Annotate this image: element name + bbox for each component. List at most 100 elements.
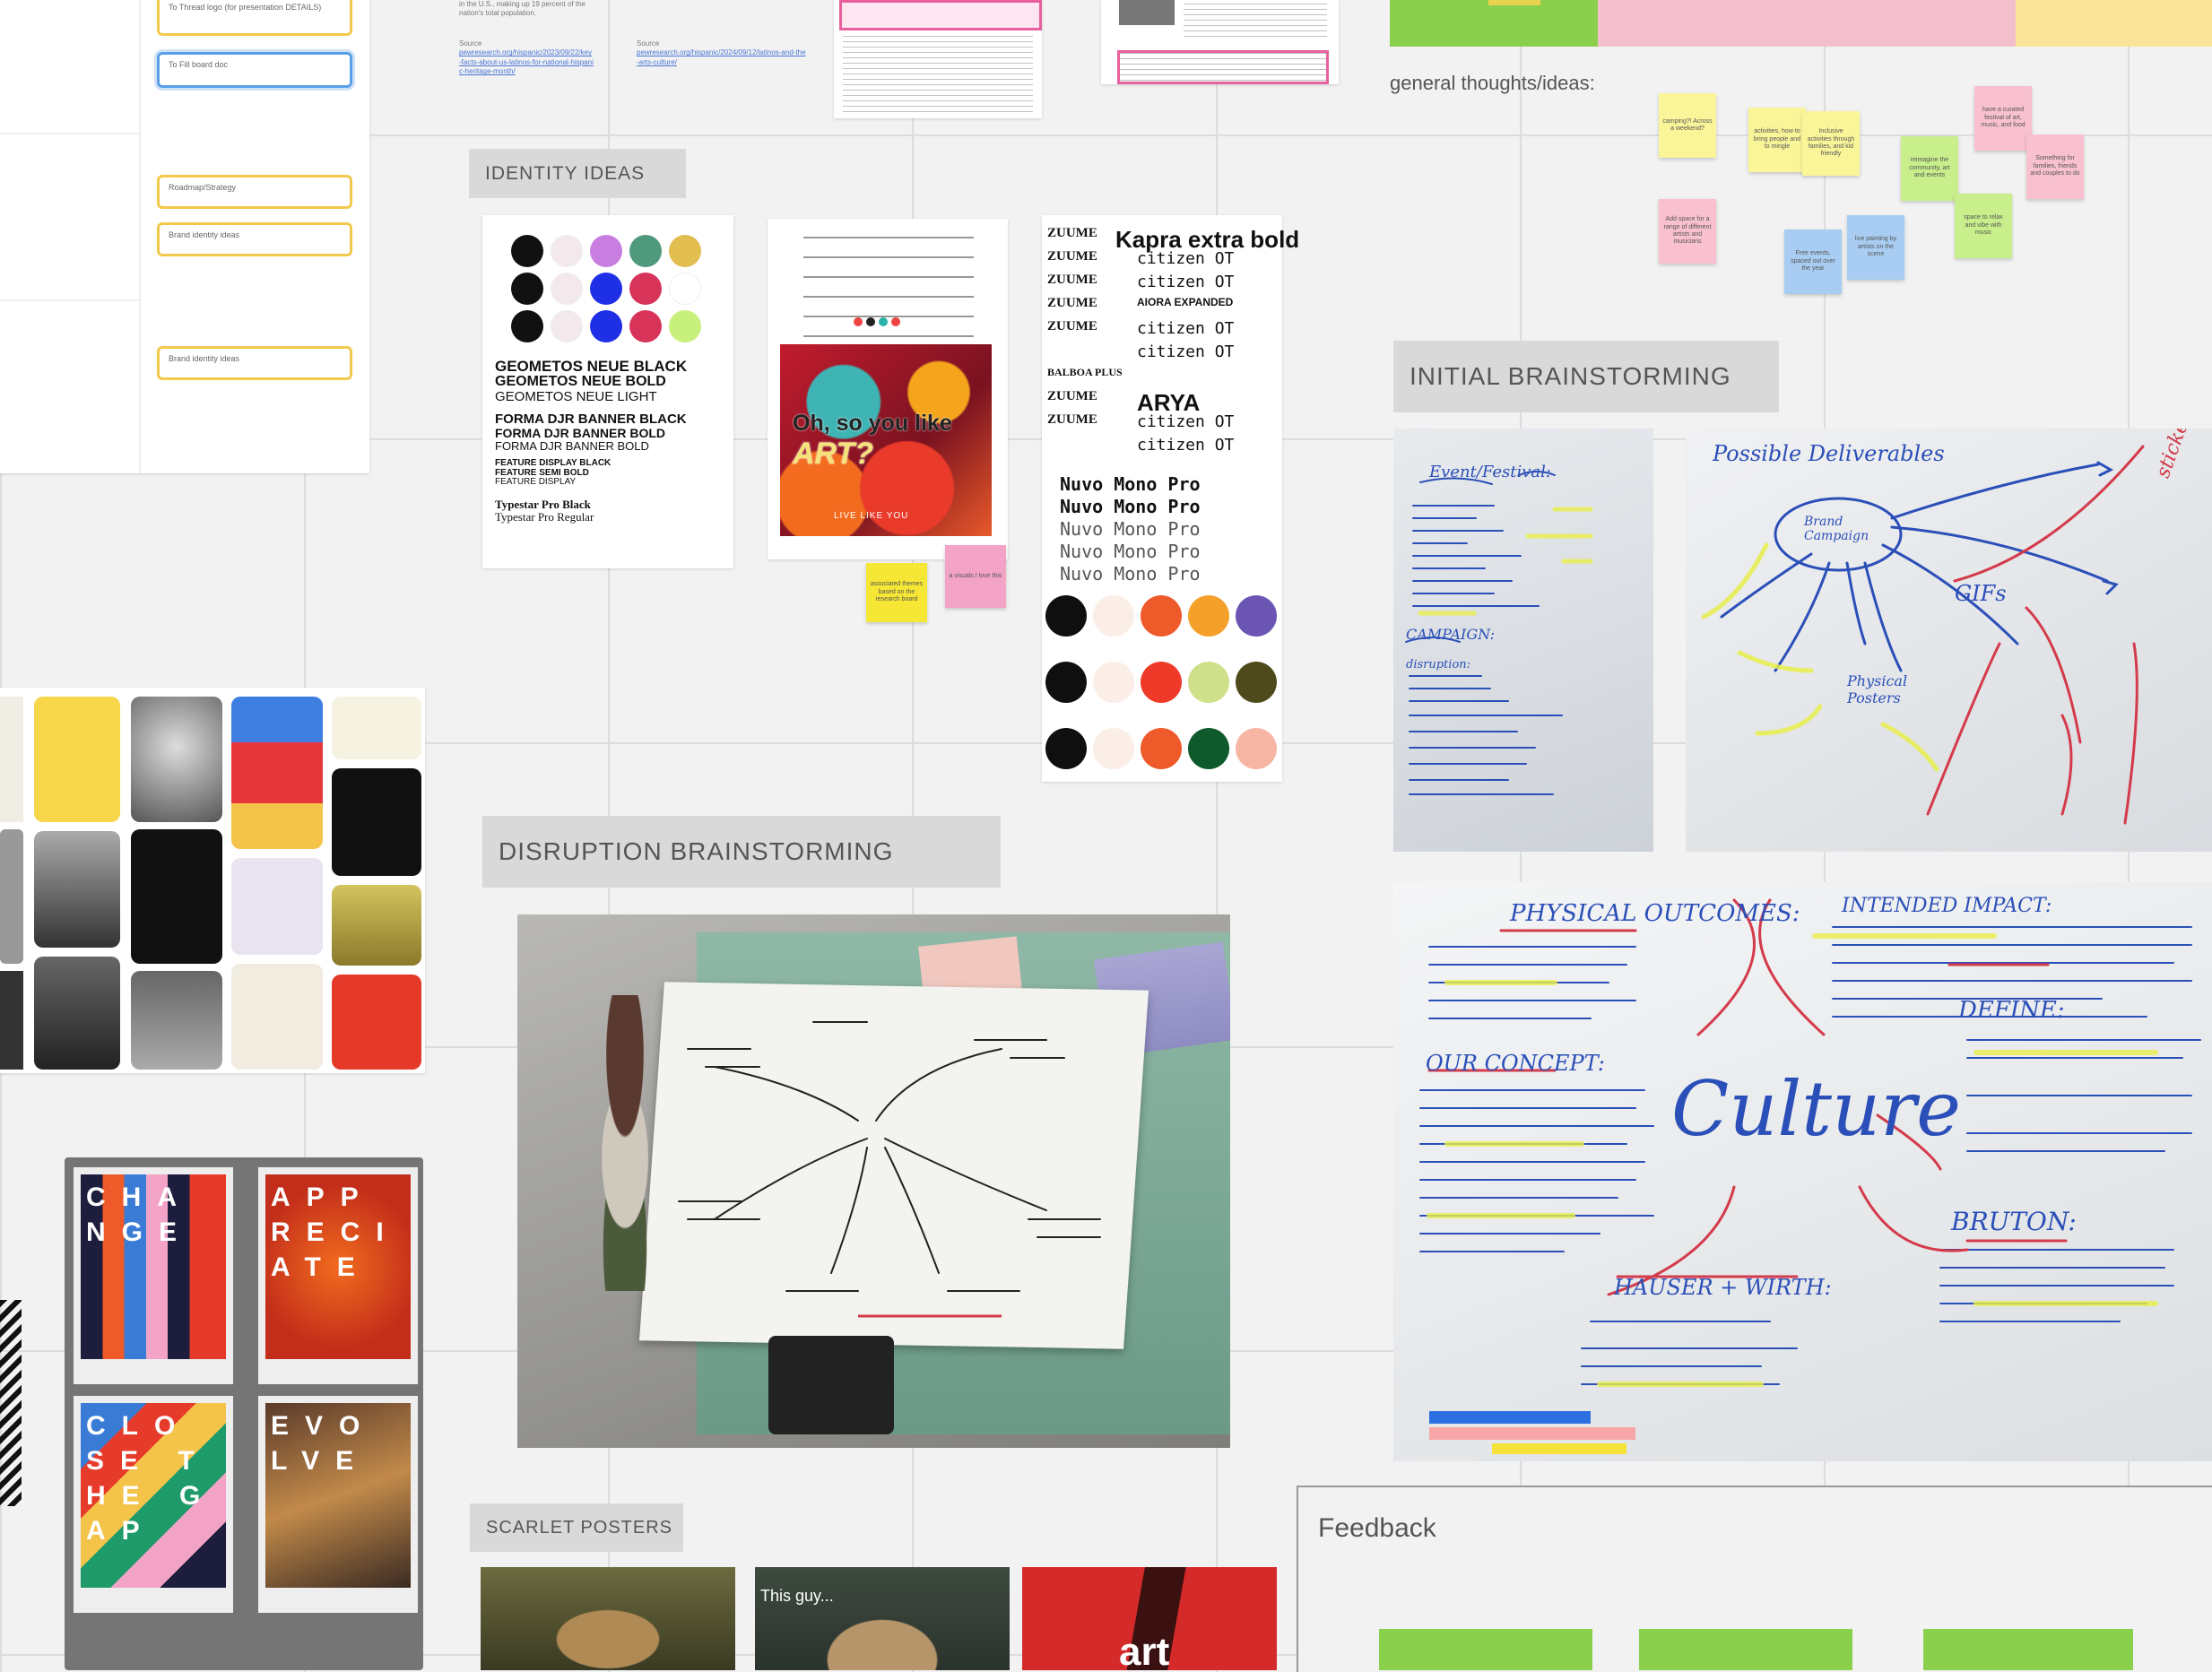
typographic-poster[interactable]: CHANGE — [74, 1167, 233, 1384]
scarlet-poster-2[interactable]: This guy... — [755, 1567, 1010, 1670]
large-define-heading: DEFINE: — [1958, 997, 2065, 1024]
source-link-1[interactable]: pewresearch.org/hispanic/2023/09/22/key-… — [459, 48, 594, 76]
specimen-mono-sample: Nuvo Mono Pro — [1060, 563, 1201, 585]
palette-swatch — [551, 273, 583, 305]
poster-letters: CLOSE THE GAP — [86, 1411, 217, 1546]
disruption-photo[interactable] — [517, 914, 1230, 1448]
source-label-1: Source — [459, 39, 482, 48]
photo-bag — [768, 1336, 894, 1434]
small-right-title: Possible Deliverables — [1713, 441, 1945, 466]
green-color-block — [1390, 0, 1598, 47]
thought-sticky[interactable]: camping?! Across a weekend? — [1659, 93, 1716, 158]
thought-sticky[interactable]: activities, how to bring people and to m… — [1748, 108, 1806, 172]
brand-identity-input-1[interactable]: Brand identity ideas — [157, 222, 352, 256]
large-culture-word: Culture — [1671, 1065, 1961, 1153]
poster-art-image: Oh, so you like ART? LIVE LIKE YOU — [780, 344, 992, 536]
type-specimen-card[interactable]: ZUUME Kapra extra bold ZUUME citizen OT ZUUM… — [1042, 215, 1299, 782]
palette-font-sample: GEOMETOS NEUE LIGHT — [495, 388, 657, 404]
panel-divider — [139, 0, 141, 473]
active-input-field[interactable]: To Fill board doc — [157, 52, 352, 88]
small-right-brand: Brand Campaign — [1804, 515, 1869, 543]
small-right-gifs: GIFs — [1955, 581, 2007, 606]
moodboard-tile-5 — [332, 697, 421, 759]
top-note-text: To Thread logo (for presentation DETAILS… — [169, 3, 322, 12]
moodboard-grid[interactable] — [0, 688, 425, 1073]
article-lines — [843, 36, 1033, 113]
article-thumbnail-1[interactable] — [834, 0, 1042, 118]
article-thumbnail-2[interactable] — [1101, 0, 1339, 84]
typographic-poster[interactable]: CLOSE THE GAP — [74, 1396, 233, 1613]
typographic-poster[interactable]: EVOLVE — [258, 1396, 418, 1613]
panel-divider-h2 — [0, 299, 139, 301]
large-hauser-heading: HAUSER + WIRTH: — [1614, 1275, 1832, 1300]
thought-sticky[interactable]: Inclusive activities through families, a… — [1802, 111, 1860, 176]
whiteboard-photo-large[interactable]: PHYSICAL OUTCOMES: INTENDED IMPACT: OUR … — [1393, 882, 2212, 1461]
specimen-swatch — [1236, 662, 1277, 703]
feedback-green-sticky-1[interactable] — [1379, 1629, 1592, 1670]
source-link-2[interactable]: pewresearch.org/hispanic/2024/09/12/lati… — [637, 48, 807, 67]
identity-palette-card[interactable]: GEOMETOS NEUE BLACK GEOMETOS NEUE BOLD GEO… — [482, 215, 733, 568]
scarlet-poster-1[interactable] — [481, 1567, 735, 1670]
large-physical-heading: PHYSICAL OUTCOMES: — [1510, 900, 1800, 927]
left-notes-panel: To Thread logo (for presentation DETAILS… — [0, 0, 369, 473]
source-col-2: Source pewresearch.org/hispanic/2024/09/… — [637, 39, 807, 67]
scarlet-poster-3[interactable]: art — [1022, 1567, 1277, 1670]
thought-sticky[interactable]: live painting by artists on the scene — [1847, 215, 1904, 280]
specimen-left-sample: BALBOA PLUS — [1047, 366, 1123, 378]
brand-identity-input-2[interactable]: Brand identity ideas — [157, 346, 352, 380]
pink-color-block — [1598, 0, 2016, 47]
identity-poster-card[interactable]: Oh, so you like ART? LIVE LIKE YOU — [768, 219, 1008, 559]
poster-art: CLOSE THE GAP — [81, 1403, 226, 1588]
whiteboard-photo-small-right[interactable]: Possible Deliverables Brand Campaign Phy… — [1686, 429, 2212, 852]
thought-sticky[interactable]: Something for families, friends and coup… — [2026, 134, 2084, 199]
scarlet-poster-3-caption: art — [1119, 1630, 1170, 1670]
palette-font-sample: GEOMETOS NEUE BLACK — [495, 358, 688, 375]
photo-person — [571, 995, 679, 1291]
thought-sticky-text: activities, how to bring people and to m… — [1753, 128, 1801, 151]
specimen-right-sample: citizen OT — [1137, 342, 1235, 361]
moodboard-tile-8 — [34, 831, 120, 948]
whiteboard-photo-small-left[interactable]: Event/Festival: CAMPAIGN: disruption: — [1393, 429, 1653, 852]
poster-letters: CHANGE — [86, 1183, 194, 1247]
article-highlight-2 — [1117, 50, 1329, 84]
thought-sticky-text: reimagine the community, art and events — [1909, 157, 1950, 179]
specimen-swatch — [1236, 728, 1277, 769]
moodboard-tile-7 — [0, 829, 23, 964]
specimen-mono-sample: Nuvo Mono Pro — [1060, 496, 1201, 517]
roadmap-input[interactable]: Roadmap/Strategy — [157, 175, 352, 209]
thought-sticky-text: have a curated festival of art, music, a… — [1981, 107, 2025, 129]
feedback-heading: Feedback — [1318, 1513, 1436, 1543]
palette-font-sample: Typestar Pro Regular — [495, 509, 594, 524]
brand-identity-input-2-text: Brand identity ideas — [169, 354, 240, 363]
identity-pink-sticky[interactable]: a visuals I love this — [945, 545, 1006, 608]
thought-sticky[interactable]: Add space for a range of different artis… — [1659, 199, 1716, 264]
thought-sticky[interactable]: have a curated festival of art, music, a… — [1974, 86, 2032, 151]
specimen-right-sample: citizen OT — [1137, 319, 1235, 338]
thought-sticky[interactable]: reimagine the community, art and events — [1901, 136, 1958, 201]
specimen-swatch — [1093, 728, 1134, 769]
feedback-green-sticky-3[interactable] — [1923, 1629, 2133, 1670]
thought-sticky[interactable]: Free events, spaced out over the year — [1784, 230, 1842, 294]
typographic-poster[interactable]: APPRECIATE — [258, 1167, 418, 1384]
top-note-field[interactable]: To Thread logo (for presentation DETAILS… — [157, 0, 352, 36]
palette-swatch — [590, 273, 622, 305]
research-line-2: nation's total population. — [459, 9, 537, 18]
specimen-mono-sample: Nuvo Mono Pro — [1060, 473, 1201, 495]
thought-sticky-text: Free events, spaced out over the year — [1791, 250, 1835, 273]
thought-sticky[interactable]: space to relax and vibe with music — [1955, 194, 2012, 258]
article-highlight — [839, 0, 1042, 30]
identity-yellow-sticky[interactable]: associated themes based on the research … — [866, 563, 927, 622]
specimen-swatch — [1141, 662, 1182, 703]
specimen-swatch — [1188, 595, 1229, 637]
moodboard-tile-14 — [131, 971, 222, 1070]
palette-swatch — [629, 273, 662, 305]
specimen-left-sample: ZUUME — [1047, 249, 1097, 264]
feedback-green-sticky-2[interactable] — [1639, 1629, 1852, 1670]
poster-art: EVOLVE — [265, 1403, 411, 1588]
moodboard-tile-15 — [231, 964, 323, 1070]
palette-swatch — [511, 273, 543, 305]
specimen-swatch — [1188, 728, 1229, 769]
roadmap-input-text: Roadmap/Strategy — [169, 183, 237, 192]
specimen-swatch — [1045, 662, 1087, 703]
scarlet-posters-heading: SCARLET POSTERS — [470, 1503, 683, 1552]
